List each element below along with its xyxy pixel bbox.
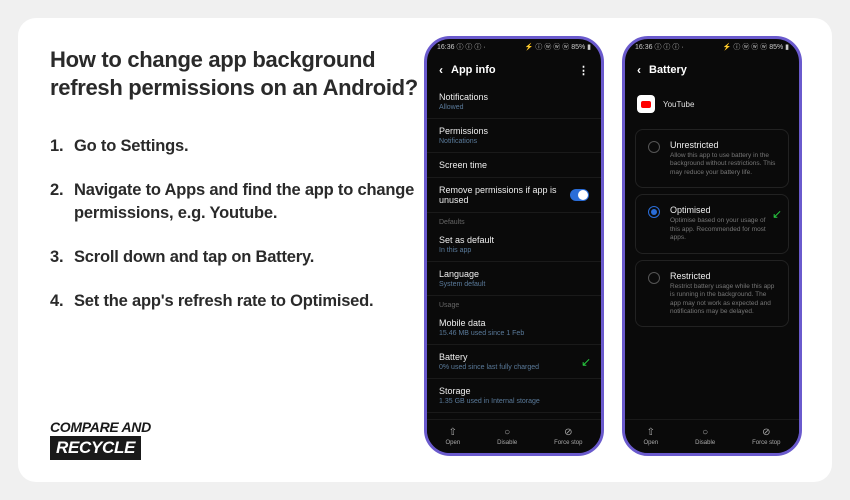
row-permissions[interactable]: Permissions Notifications	[427, 119, 601, 153]
page-heading: How to change app background refresh per…	[50, 46, 430, 101]
row-battery[interactable]: Battery 0% used since last fully charged…	[427, 345, 601, 379]
row-label: Mobile data	[439, 318, 589, 328]
screen-title-text: Battery	[649, 64, 687, 76]
status-left: 16:36 ⓘ ⓘ ⓘ ·	[635, 42, 684, 52]
option-title: Restricted	[670, 271, 776, 281]
bb-forcestop[interactable]: ⊘Force stop	[752, 427, 780, 446]
toggle-switch[interactable]	[570, 189, 589, 201]
forcestop-icon: ⊘	[762, 427, 770, 438]
phone-battery: 16:36 ⓘ ⓘ ⓘ · ⚡ ⓘ ⓦ ⓦ ⓦ 85% ▮ ‹ Battery …	[622, 36, 802, 456]
option-desc: Optimise based on your usage of this app…	[670, 217, 776, 242]
row-sub: 15.46 MB used since 1 Feb	[439, 330, 589, 337]
step-item: Scroll down and tap on Battery.	[50, 246, 430, 268]
status-bar: 16:36 ⓘ ⓘ ⓘ · ⚡ ⓘ ⓦ ⓦ ⓦ 85% ▮	[625, 39, 799, 55]
step-item: Set the app's refresh rate to Optimised.	[50, 290, 430, 312]
row-set-default[interactable]: Set as default In this app	[427, 228, 601, 262]
row-sub: Notifications	[439, 138, 589, 145]
status-right: ⚡ ⓘ ⓦ ⓦ ⓦ 85% ▮	[723, 42, 789, 52]
instruction-card: How to change app background refresh per…	[18, 18, 832, 482]
option-restricted[interactable]: Restricted Restrict battery usage while …	[635, 260, 789, 328]
row-sub: System default	[439, 281, 589, 288]
phone-mockups: 16:36 ⓘ ⓘ ⓘ · ⚡ ⓘ ⓦ ⓦ ⓦ 85% ▮ ‹ App info…	[424, 36, 802, 456]
radio-icon	[648, 141, 660, 153]
row-label: Language	[439, 269, 589, 279]
row-sub: 1.35 GB used in Internal storage	[439, 398, 589, 405]
row-label: Permissions	[439, 126, 589, 136]
bottom-bar: ⇧Open ○Disable ⊘Force stop	[427, 419, 601, 453]
row-label: Notifications	[439, 92, 589, 102]
phone-app-info: 16:36 ⓘ ⓘ ⓘ · ⚡ ⓘ ⓦ ⓦ ⓦ 85% ▮ ‹ App info…	[424, 36, 604, 456]
bb-disable[interactable]: ○Disable	[497, 427, 517, 446]
bb-open[interactable]: ⇧Open	[643, 427, 658, 446]
youtube-icon	[637, 95, 655, 113]
row-label: Storage	[439, 386, 589, 396]
row-sub: Allowed	[439, 104, 589, 111]
back-icon[interactable]: ‹	[637, 63, 641, 77]
row-label: Remove permissions if app is unused	[439, 185, 570, 205]
row-remove-permissions[interactable]: Remove permissions if app is unused	[427, 178, 601, 213]
logo-line-2: RECYCLE	[50, 436, 141, 460]
status-left: 16:36 ⓘ ⓘ ⓘ ·	[437, 42, 486, 52]
open-icon: ⇧	[449, 427, 457, 438]
option-optimised[interactable]: Optimised Optimise based on your usage o…	[635, 194, 789, 253]
option-desc: Restrict battery usage while this app is…	[670, 283, 776, 317]
disable-icon: ○	[702, 427, 708, 438]
option-unrestricted[interactable]: Unrestricted Allow this app to use batte…	[635, 129, 789, 188]
step-item: Navigate to Apps and find the app to cha…	[50, 179, 430, 224]
radio-icon	[648, 272, 660, 284]
section-defaults: Defaults	[427, 213, 601, 228]
step-list: Go to Settings. Navigate to Apps and fin…	[50, 135, 430, 312]
option-title: Unrestricted	[670, 140, 776, 150]
screen-header: ‹ Battery	[625, 55, 799, 85]
option-title: Optimised	[670, 205, 776, 215]
row-screentime[interactable]: Screen time	[427, 153, 601, 178]
bb-disable[interactable]: ○Disable	[695, 427, 715, 446]
status-bar: 16:36 ⓘ ⓘ ⓘ · ⚡ ⓘ ⓦ ⓦ ⓦ 85% ▮	[427, 39, 601, 55]
row-sub: In this app	[439, 247, 589, 254]
more-icon[interactable]: ⋮	[578, 64, 589, 77]
row-notifications[interactable]: Notifications Allowed	[427, 85, 601, 119]
brand-logo: COMPARE AND RECYCLE	[50, 419, 190, 460]
open-icon: ⇧	[647, 427, 655, 438]
row-label: Set as default	[439, 235, 589, 245]
app-name: YouTube	[663, 100, 694, 109]
radio-icon	[648, 206, 660, 218]
forcestop-icon: ⊘	[564, 427, 572, 438]
bb-forcestop[interactable]: ⊘Force stop	[554, 427, 582, 446]
section-usage: Usage	[427, 296, 601, 311]
row-language[interactable]: Language System default	[427, 262, 601, 296]
row-mobile-data[interactable]: Mobile data 15.46 MB used since 1 Feb	[427, 311, 601, 345]
bb-open[interactable]: ⇧Open	[445, 427, 460, 446]
step-item: Go to Settings.	[50, 135, 430, 157]
screen-title-text: App info	[451, 64, 496, 76]
bottom-bar: ⇧Open ○Disable ⊘Force stop	[625, 419, 799, 453]
status-right: ⚡ ⓘ ⓦ ⓦ ⓦ 85% ▮	[525, 42, 591, 52]
row-storage[interactable]: Storage 1.35 GB used in Internal storage	[427, 379, 601, 413]
row-label: Screen time	[439, 160, 589, 170]
screen-header: ‹ App info ⋮	[427, 55, 601, 85]
disable-icon: ○	[504, 427, 510, 438]
app-header: YouTube	[625, 85, 799, 123]
highlight-arrow-icon: ↙	[772, 207, 782, 221]
logo-line-1: COMPARE AND	[50, 419, 190, 435]
option-desc: Allow this app to use battery in the bac…	[670, 152, 776, 177]
highlight-arrow-icon: ↙	[581, 355, 591, 369]
back-icon[interactable]: ‹	[439, 63, 443, 77]
row-label: Battery	[439, 352, 589, 362]
row-sub: 0% used since last fully charged	[439, 364, 589, 371]
